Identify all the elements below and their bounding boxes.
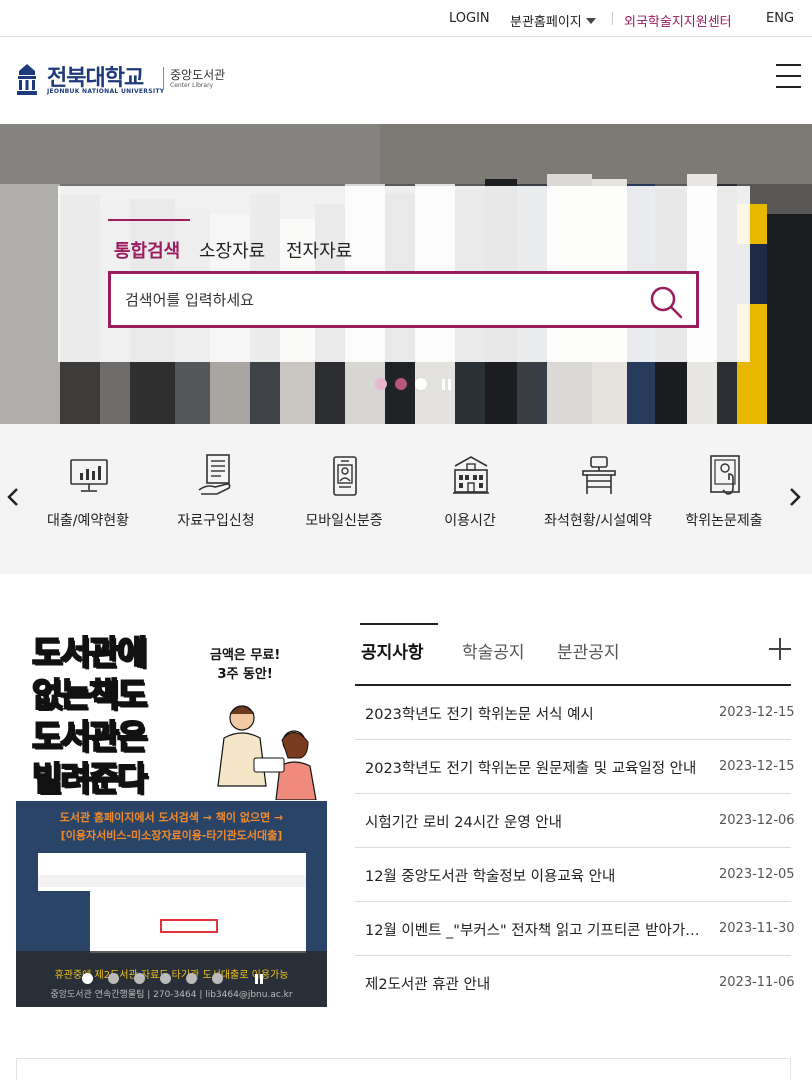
pause-icon[interactable] bbox=[255, 974, 264, 984]
banner-guide-line: 도서관 홈페이지에서 도서검색 → 책이 없으면 → bbox=[59, 811, 284, 824]
notice-title: 12월 중앙도서관 학술정보 이용교육 안내 bbox=[365, 869, 616, 885]
banner-guide-text: 도서관 홈페이지에서 도서검색 → 책이 없으면 → [이용자서비스-미소장자료… bbox=[16, 809, 327, 845]
caret-down-icon bbox=[585, 17, 596, 24]
banner-contact: 중앙도서관 연속간행물팀 | 270-3464 | lib3464@jbnu.a… bbox=[50, 990, 293, 1000]
monitor-chart-icon bbox=[70, 459, 108, 492]
hero-slide-dot[interactable] bbox=[375, 378, 387, 390]
quick-item-label: 자료구입신청 bbox=[177, 513, 255, 529]
tab-branch-notices[interactable]: 분관공지 bbox=[557, 638, 620, 663]
banner-slide-dot[interactable] bbox=[134, 973, 145, 984]
notice-title: 12월 이벤트 _"부커스" 전자책 읽고 기프티콘 받아가세요! bbox=[365, 923, 705, 939]
quick-menu: 대출/예약현황 자료구입신청 모바일신분증 이용시간 좌석현황/시설예약 학위논… bbox=[0, 424, 812, 574]
search-panel: 통합검색 소장자료 전자자료 bbox=[58, 186, 750, 362]
desk-chair-icon bbox=[582, 456, 616, 494]
login-link[interactable]: LOGIN bbox=[449, 11, 490, 26]
notice-list-item[interactable]: 2023학년도 전기 학위논문 서식 예시 2023-12-15 bbox=[355, 686, 795, 740]
banner-free-note-line: 금액은 무료! bbox=[210, 648, 281, 663]
quick-item-label: 좌석현황/시설예약 bbox=[544, 513, 652, 529]
notice-date: 2023-11-06 bbox=[719, 975, 795, 990]
hero-slide-dot[interactable] bbox=[415, 378, 427, 390]
tab-electronic-resources[interactable]: 전자자료 bbox=[286, 237, 352, 263]
quick-item-label: 모바일신분증 bbox=[305, 513, 383, 529]
notice-list-item[interactable]: 제2도서관 휴관 안내 2023-11-06 bbox=[355, 956, 795, 1010]
library-name: 중앙도서관 bbox=[170, 68, 226, 82]
next-section-box bbox=[16, 1058, 791, 1080]
banner-slide-dot[interactable] bbox=[82, 973, 93, 984]
mobile-id-icon bbox=[333, 456, 357, 496]
tab-notices[interactable]: 공지사항 bbox=[361, 638, 424, 663]
notice-title: 2023학년도 전기 학위논문 원문제출 및 교육일정 안내 bbox=[365, 761, 697, 777]
hero-slide-dot[interactable] bbox=[395, 378, 407, 390]
notice-date: 2023-11-30 bbox=[719, 921, 795, 936]
banner-slide-dot[interactable] bbox=[160, 973, 171, 984]
banner-slide-dot[interactable] bbox=[186, 973, 197, 984]
divider bbox=[612, 12, 613, 25]
notice-date: 2023-12-15 bbox=[719, 705, 795, 720]
branch-homepage-dropdown[interactable]: 분관홈페이지 bbox=[510, 11, 596, 30]
banner-guide-line: [이용자서비스-미소장자료이용-타기관도서대출] bbox=[60, 829, 283, 842]
notice-date: 2023-12-15 bbox=[719, 759, 795, 774]
quick-item-opening-hours[interactable]: 이용시간 bbox=[410, 454, 530, 534]
notice-date: 2023-12-05 bbox=[719, 867, 795, 882]
quick-item-seat-reservation[interactable]: 좌석현황/시설예약 bbox=[538, 454, 658, 534]
quick-item-mobile-id[interactable]: 모바일신분증 bbox=[284, 454, 404, 534]
notice-list-item[interactable]: 2023학년도 전기 학위논문 원문제출 및 교육일정 안내 2023-12-1… bbox=[355, 740, 795, 794]
quick-item-purchase-request[interactable]: 자료구입신청 bbox=[156, 454, 276, 534]
search-input[interactable] bbox=[125, 286, 625, 314]
plus-icon[interactable] bbox=[769, 638, 791, 660]
tab-academic-notices[interactable]: 학술공지 bbox=[462, 638, 525, 663]
banner-slide-dot[interactable] bbox=[212, 973, 223, 984]
pause-icon[interactable] bbox=[442, 379, 452, 390]
notice-title: 제2도서관 휴관 안내 bbox=[365, 977, 491, 993]
banner-headline-line: 없는책도 bbox=[31, 674, 148, 715]
banner-headline-line: 도서관은 bbox=[31, 716, 148, 757]
chevron-right-icon[interactable] bbox=[785, 484, 805, 510]
website-screenshot-image bbox=[38, 853, 306, 953]
search-field bbox=[108, 271, 699, 328]
english-link[interactable]: ENG bbox=[766, 11, 794, 26]
notice-date: 2023-12-06 bbox=[719, 813, 795, 828]
top-utility-bar: LOGIN 분관홈페이지 외국학술지지원센터 ENG bbox=[0, 0, 812, 37]
hamburger-menu-icon[interactable] bbox=[776, 64, 801, 88]
banner-headline-line: 도서관에 bbox=[31, 632, 148, 673]
hero-search-section: 통합검색 소장자료 전자자료 bbox=[0, 124, 812, 424]
thesis-certificate-icon bbox=[710, 455, 740, 495]
banner-headline-line: 빌려준다 bbox=[31, 758, 148, 799]
banner-guide-area: 도서관 홈페이지에서 도서검색 → 책이 없으면 → [이용자서비스-미소장자료… bbox=[16, 801, 327, 1007]
library-name-en: Center Library bbox=[170, 82, 214, 89]
university-emblem-icon bbox=[17, 64, 37, 95]
quick-item-label: 대출/예약현황 bbox=[47, 513, 129, 529]
notice-board: 공지사항 학술공지 분관공지 2023학년도 전기 학위논문 서식 예시 202… bbox=[355, 622, 795, 1010]
active-tab-indicator bbox=[360, 623, 438, 625]
branch-homepage-label: 분관홈페이지 bbox=[510, 15, 582, 30]
people-illustration bbox=[217, 705, 317, 800]
banner-free-note-line: 3주 동안! bbox=[217, 667, 273, 682]
search-icon[interactable] bbox=[648, 284, 684, 320]
quick-item-loan-status[interactable]: 대출/예약현황 bbox=[28, 454, 148, 534]
quick-item-label: 학위논문제출 bbox=[685, 513, 763, 529]
banner-closed-notice: 휴관중에 제2도서관 자료도 타기관 도서대출로 이용가능 bbox=[54, 970, 289, 981]
banner-free-note: 금액은 무료! 3주 동안! bbox=[210, 646, 280, 684]
notice-list-item[interactable]: 12월 중앙도서관 학술정보 이용교육 안내 2023-12-05 bbox=[355, 848, 795, 902]
site-header: 전북대학교 JEONBUK NATIONAL UNIVERSITY 중앙도서관 … bbox=[0, 37, 812, 124]
building-icon bbox=[453, 456, 489, 494]
foreign-journal-center-link[interactable]: 외국학술지지원센터 bbox=[624, 11, 732, 30]
quick-item-label: 이용시간 bbox=[444, 513, 496, 529]
notice-list-item[interactable]: 12월 이벤트 _"부커스" 전자책 읽고 기프티콘 받아가세요! 2023-1… bbox=[355, 902, 795, 956]
tab-holdings[interactable]: 소장자료 bbox=[199, 237, 265, 263]
logo-divider bbox=[163, 67, 164, 89]
notice-title: 시험기간 로비 24시간 운영 안내 bbox=[365, 815, 562, 831]
notice-title: 2023학년도 전기 학위논문 서식 예시 bbox=[365, 707, 594, 723]
quick-item-thesis-submission[interactable]: 학위논문제출 bbox=[664, 454, 784, 534]
notice-list-item[interactable]: 시험기간 로비 24시간 운영 안내 2023-12-06 bbox=[355, 794, 795, 848]
promo-banner[interactable]: 도서관에 없는책도 도서관은 빌려준다 금액은 무료! 3주 동안! 도서관 홈… bbox=[16, 622, 327, 1007]
chevron-left-icon[interactable] bbox=[3, 484, 23, 510]
tab-integrated-search[interactable]: 통합검색 bbox=[114, 237, 180, 263]
university-name-en: JEONBUK NATIONAL UNIVERSITY bbox=[47, 88, 165, 95]
active-tab-indicator bbox=[108, 219, 190, 221]
banner-slide-dot[interactable] bbox=[108, 973, 119, 984]
document-hand-icon bbox=[198, 454, 231, 495]
banner-headline-area: 도서관에 없는책도 도서관은 빌려준다 금액은 무료! 3주 동안! bbox=[16, 622, 327, 800]
